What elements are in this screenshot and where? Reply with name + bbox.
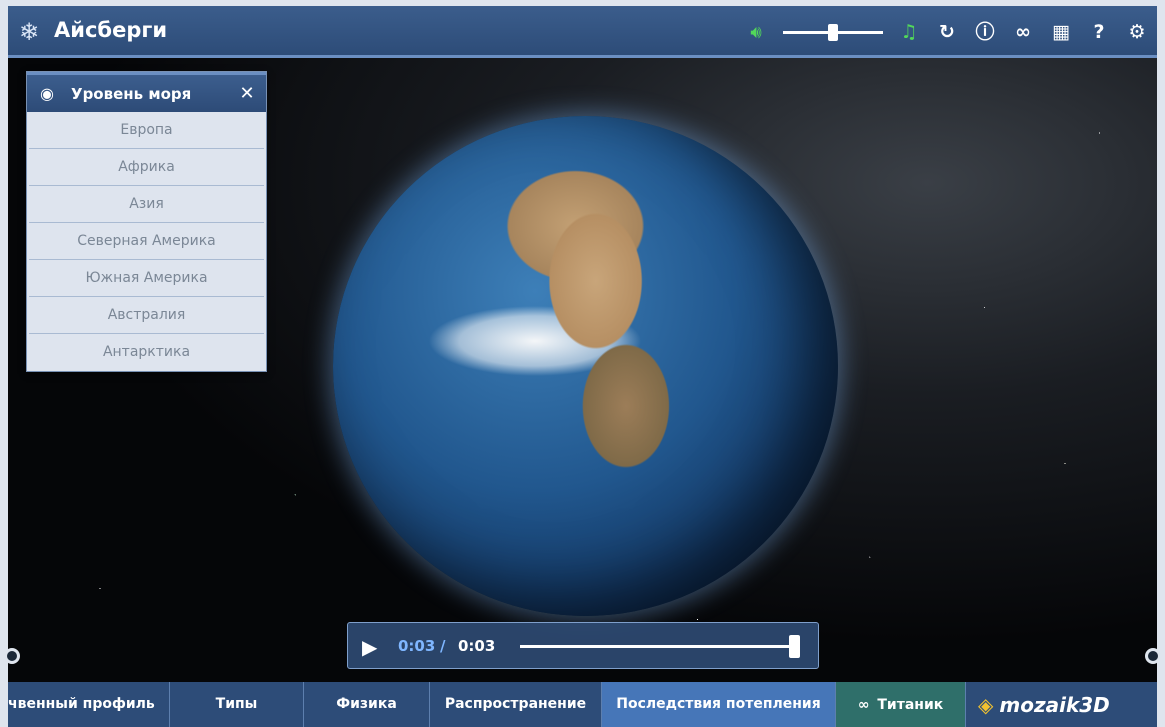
region-item-north-america[interactable]: Северная Америка (29, 223, 264, 260)
header-controls: 🔊︎ ♫ ↻ ⓘ ∞ ▦ ? ⚙ (743, 16, 1149, 48)
link-icon: ∞ (857, 696, 870, 713)
tab-warming-effects[interactable]: Последствия потепления (602, 682, 836, 727)
tab-physics[interactable]: Физика (304, 682, 430, 727)
total-time: 0:03 (458, 637, 496, 655)
progress-knob[interactable] (789, 635, 800, 658)
settings-gear-icon[interactable]: ⚙ (1125, 20, 1149, 44)
grid-icon[interactable]: ▦ (1049, 20, 1073, 44)
mozaik-logo-icon: ◈ (978, 692, 994, 717)
time-separator: / (440, 637, 446, 655)
info-icon[interactable]: ⓘ (973, 20, 997, 44)
snowflake-logo-icon: ❄ (18, 18, 40, 46)
region-item-africa[interactable]: Африка (29, 149, 264, 186)
volume-knob[interactable] (828, 24, 838, 41)
close-icon[interactable]: ✕ (238, 83, 256, 104)
current-time: 0:03 (398, 637, 436, 655)
region-item-antarctica[interactable]: Антарктика (29, 334, 264, 371)
earth-globe[interactable] (333, 116, 838, 616)
speaker-icon[interactable]: 🔊︎ (743, 22, 769, 43)
link-icon[interactable]: ∞ (1011, 20, 1035, 44)
app-title: Айсберги (54, 18, 168, 42)
scene-right-handle[interactable] (1145, 648, 1161, 664)
volume-slider[interactable] (783, 22, 883, 42)
brand-text: mozaik3D (999, 692, 1110, 717)
chapter-tabs: чвенный профиль Типы Физика Распростране… (8, 682, 1157, 727)
panel-header: ◉ Уровень моря ✕ (27, 72, 266, 112)
window-frame-right (1157, 0, 1165, 727)
tab-types[interactable]: Типы (170, 682, 304, 727)
region-item-australia[interactable]: Австралия (29, 297, 264, 334)
region-list: Европа Африка Азия Северная Америка Южна… (27, 112, 266, 371)
playback-progress[interactable] (520, 635, 800, 658)
region-item-asia[interactable]: Азия (29, 186, 264, 223)
brand-area: ◈ mozaik3D (966, 682, 1157, 727)
tab-titanic-label: Титаник (877, 696, 944, 713)
animation-player: ▶ 0:03 / 0:03 (347, 622, 819, 669)
tab-distribution[interactable]: Распространение (430, 682, 602, 727)
window-frame-left (0, 0, 8, 727)
reset-icon[interactable]: ↻ (935, 20, 959, 44)
tab-profile[interactable]: чвенный профиль (8, 682, 170, 727)
region-item-south-america[interactable]: Южная Америка (29, 260, 264, 297)
eye-icon[interactable]: ◉ (37, 84, 57, 103)
music-icon[interactable]: ♫ (897, 20, 921, 44)
sea-level-panel: ◉ Уровень моря ✕ Европа Африка Азия Севе… (26, 71, 267, 372)
scene-left-handle[interactable] (4, 648, 20, 664)
play-icon[interactable]: ▶ (362, 635, 377, 659)
region-item-europe[interactable]: Европа (29, 112, 264, 149)
app-header: ❄ Айсберги 🔊︎ ♫ ↻ ⓘ ∞ ▦ ? ⚙ (8, 6, 1157, 58)
tab-titanic[interactable]: ∞ Титаник (836, 682, 966, 727)
panel-title: Уровень моря (71, 84, 192, 103)
help-icon[interactable]: ? (1087, 20, 1111, 44)
